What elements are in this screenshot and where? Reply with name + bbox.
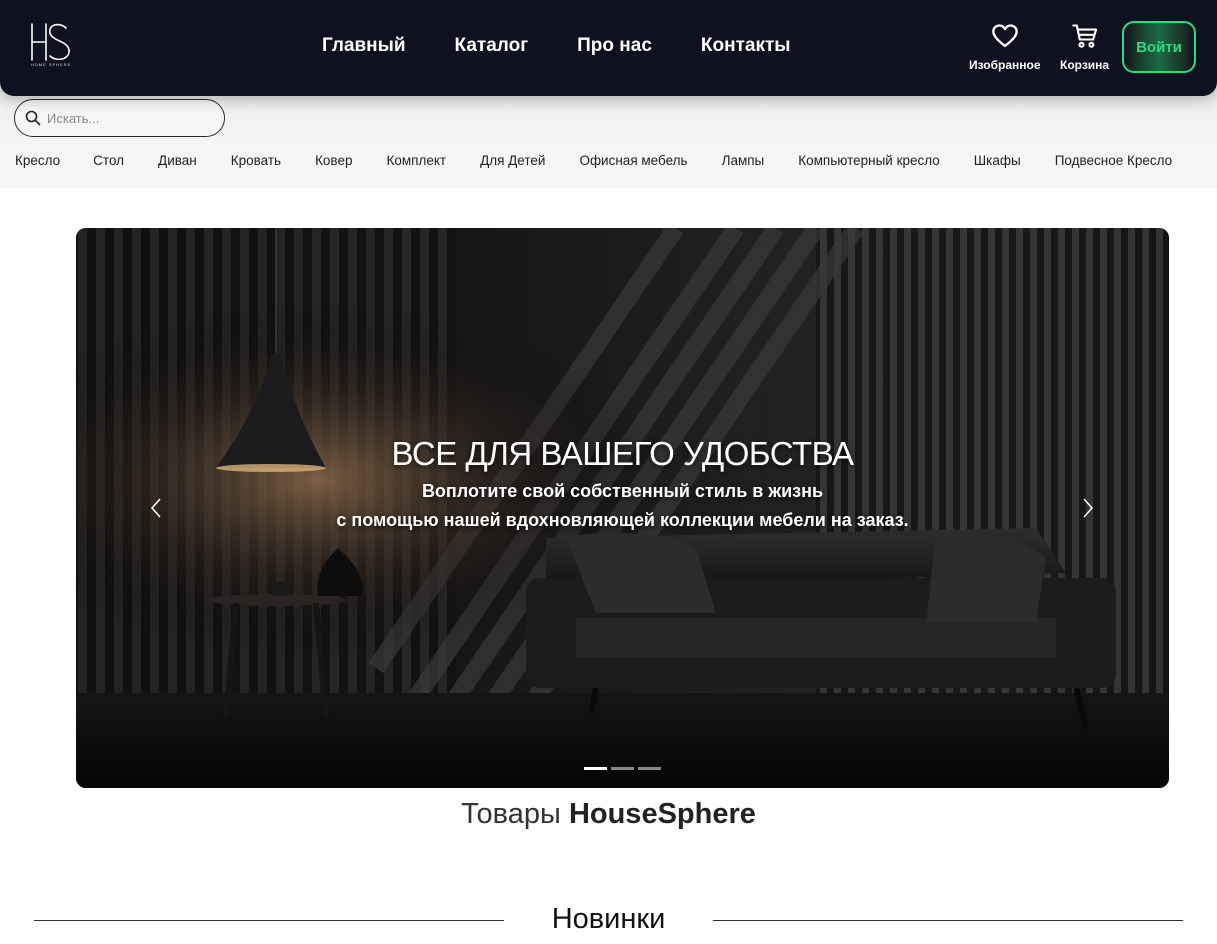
category-item-carpet[interactable]: Ковер xyxy=(315,153,352,169)
nav-item-contacts[interactable]: Контакты xyxy=(701,34,791,58)
category-item-table[interactable]: Стол xyxy=(93,153,124,169)
nav-item-catalog[interactable]: Каталог xyxy=(455,34,529,58)
new-items-title: Новинки xyxy=(551,903,666,935)
hero-subtitle-line-2: с помощью нашей вдохновляющей коллекции … xyxy=(336,510,909,530)
category-item-hanging-chair[interactable]: Подвесное Кресло xyxy=(1055,153,1172,169)
login-button[interactable]: Войти xyxy=(1122,21,1196,73)
category-item-kids[interactable]: Для Детей xyxy=(480,153,545,169)
main-nav: Главный Каталог Про нас Контакты xyxy=(322,34,791,58)
cart-icon xyxy=(1071,24,1097,48)
category-item-armchair[interactable]: Кресло xyxy=(15,153,60,169)
slider-prev-button[interactable] xyxy=(146,496,166,520)
slider-dot-3[interactable] xyxy=(638,767,661,770)
logo-text: HOME SPHERE xyxy=(30,62,72,67)
site-header: HOME SPHERE Главный Каталог Про нас Конт… xyxy=(0,0,1217,96)
category-item-sofa[interactable]: Диван xyxy=(158,153,197,169)
category-item-lamps[interactable]: Лампы xyxy=(722,153,765,169)
divider-left xyxy=(34,920,504,921)
hero-title: ВСЕ ДЛЯ ВАШЕГО УДОБСТВА xyxy=(391,435,854,472)
slider-dot-2[interactable] xyxy=(611,767,634,770)
slider-dot-1[interactable] xyxy=(584,767,607,770)
cart-button[interactable]: Корзина xyxy=(1060,22,1109,72)
category-list: Кресло Стол Диван Кровать Ковер Комплект… xyxy=(15,153,1172,169)
nav-item-about[interactable]: Про нас xyxy=(577,34,652,58)
products-section-title: Товары HouseSphere xyxy=(0,798,1217,831)
slider-next-button[interactable] xyxy=(1078,496,1098,520)
cart-label: Корзина xyxy=(1060,58,1110,72)
category-item-bed[interactable]: Кровать xyxy=(231,153,281,169)
new-items-section: Новинки xyxy=(34,900,1183,944)
nav-item-home[interactable]: Главный xyxy=(322,34,406,58)
search-input[interactable] xyxy=(47,110,207,126)
products-title-brand: HouseSphere xyxy=(568,798,756,830)
search-box[interactable] xyxy=(14,99,225,137)
heart-icon xyxy=(991,24,1018,48)
search-icon xyxy=(25,110,41,126)
divider-right xyxy=(713,920,1183,921)
category-item-office[interactable]: Офисная мебель xyxy=(579,153,687,169)
category-item-set[interactable]: Комплект xyxy=(386,153,446,169)
favorites-button[interactable]: Изобранное xyxy=(969,22,1041,72)
chevron-right-icon xyxy=(1083,498,1094,518)
hero-image xyxy=(76,228,1169,788)
slider-indicators xyxy=(584,767,661,770)
products-title-prefix: Товары xyxy=(461,798,561,830)
hero-subtitle-line-1: Воплотите свой собственный стиль в жизнь xyxy=(421,481,824,501)
favorites-label: Изобранное xyxy=(969,58,1041,72)
category-item-wardrobes[interactable]: Шкафы xyxy=(974,153,1021,169)
chevron-left-icon xyxy=(150,498,161,518)
hero-slider[interactable]: ВСЕ ДЛЯ ВАШЕГО УДОБСТВА Воплотите свой с… xyxy=(76,228,1169,788)
category-item-computer-chair[interactable]: Компьютерный кресло xyxy=(798,153,940,169)
